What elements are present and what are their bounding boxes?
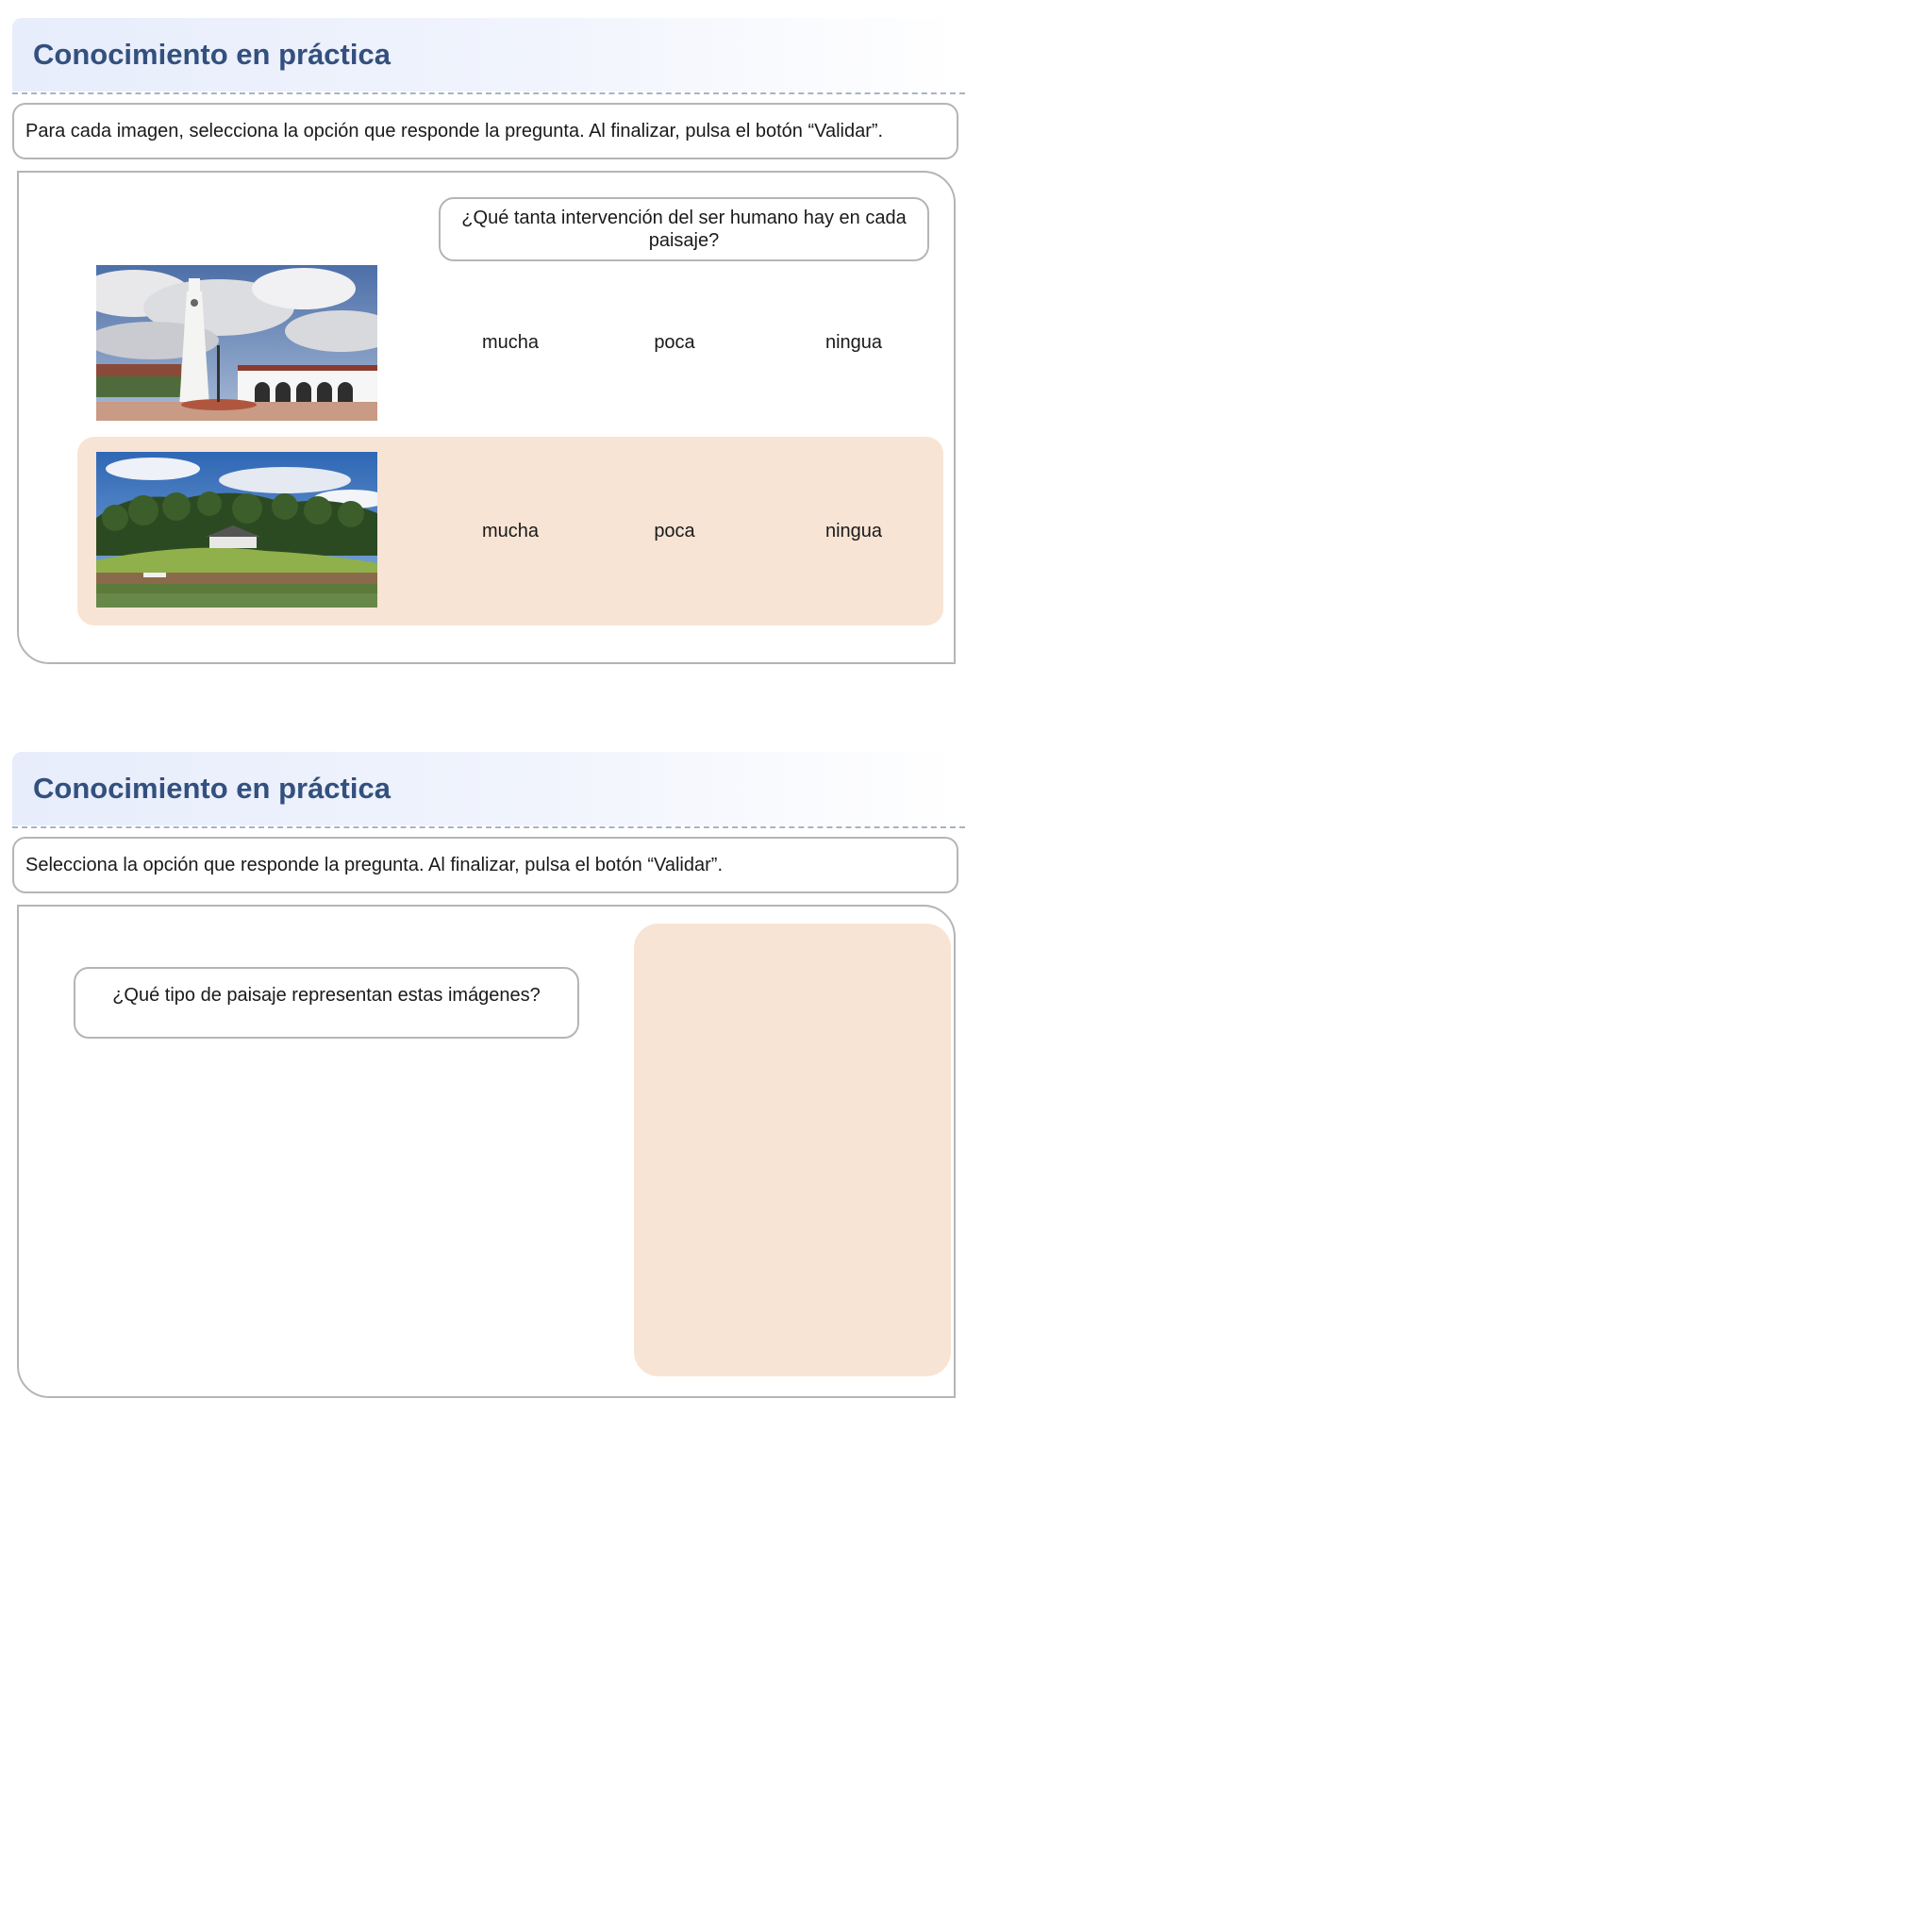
option-ningua[interactable]: ningua — [797, 437, 910, 625]
activity-2-header: Conocimiento en práctica — [12, 752, 963, 825]
option-poca[interactable]: poca — [618, 437, 731, 625]
forest-lake-house-photo — [96, 452, 377, 608]
option-ningua[interactable]: ningua — [797, 265, 910, 421]
option-poca[interactable]: poca — [618, 265, 731, 421]
option-mucha[interactable]: mucha — [454, 437, 567, 625]
activity-2-title: Conocimiento en práctica — [33, 772, 391, 805]
question-box: ¿Qué tanta intervención del ser humano h… — [439, 197, 929, 261]
town-church-tower-photo — [96, 265, 377, 421]
answer-row-2: mucha poca ningua — [77, 437, 943, 625]
activity-2-body: ¿Qué tipo de paisaje representan estas i… — [17, 905, 956, 1398]
answer-row-1: mucha poca ningua — [77, 265, 943, 454]
header-divider — [12, 92, 965, 94]
question-text: ¿Qué tipo de paisaje representan estas i… — [112, 985, 541, 1006]
activity-1-header: Conocimiento en práctica — [12, 18, 963, 92]
activity-1-title: Conocimiento en práctica — [33, 38, 391, 71]
header-divider — [12, 826, 965, 828]
instructions-text: Selecciona la opción que responde la pre… — [25, 855, 723, 875]
option-mucha[interactable]: mucha — [454, 265, 567, 421]
activity-1-body: ¿Qué tanta intervención del ser humano h… — [17, 171, 956, 664]
activity-2-instructions: Selecciona la opción que responde la pre… — [12, 837, 958, 893]
question-box: ¿Qué tipo de paisaje representan estas i… — [74, 967, 579, 1039]
answer-panel — [634, 924, 951, 1376]
activity-1-instructions: Para cada imagen, selecciona la opción q… — [12, 103, 958, 159]
instructions-text: Para cada imagen, selecciona la opción q… — [25, 121, 884, 142]
question-text: ¿Qué tanta intervención del ser humano h… — [461, 208, 907, 251]
